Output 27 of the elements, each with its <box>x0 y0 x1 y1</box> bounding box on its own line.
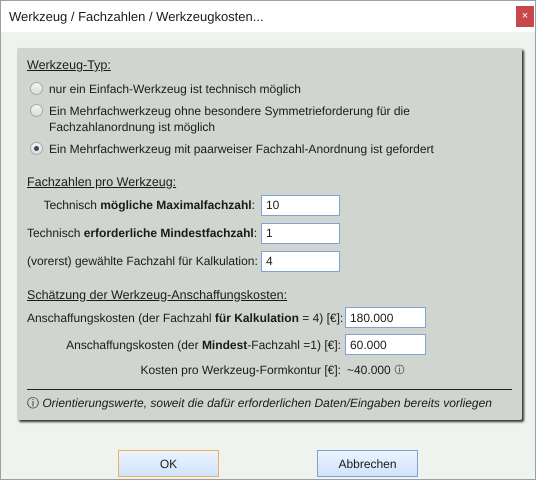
radio-label: Ein Mehrfachwerkzeug mit paarweiser Fachzahl-Anordnung ist gefordert <box>49 140 435 157</box>
radio-button[interactable] <box>30 104 43 117</box>
radio-label: nur ein Einfach-Werkzeug ist technisch möglich <box>49 80 302 97</box>
field-label: Technisch mögliche Maximalfachzahl: <box>42 197 255 214</box>
dialog-button[interactable]: OK <box>118 450 219 478</box>
radio-button[interactable] <box>30 142 43 155</box>
field-label: Kosten pro Werkzeug-Formkontur [€]: <box>139 362 341 380</box>
input-field[interactable]: 10 <box>261 194 340 216</box>
footnote: ⓘ Orientierungswerte, soweit die dafür erforderlichen Daten/Eingaben bereits vorliegen <box>27 395 493 412</box>
radio-button[interactable] <box>30 82 43 95</box>
dialog-button[interactable]: Abbrechen <box>317 450 418 478</box>
window-title: Werkzeug / Fachzahlen / Werkzeugkosten... <box>9 8 264 26</box>
section-heading: Schätzung der Werkzeug-Anschaffungskosten: <box>27 286 288 304</box>
input-field[interactable]: 1 <box>261 222 340 244</box>
field-label: Technisch erforderliche Mindestfachzahl: <box>27 225 255 242</box>
close-button[interactable]: × <box>516 6 534 27</box>
section-heading: Fachzahlen pro Werkzeug: <box>27 174 178 191</box>
field-label: (vorerst) gewählte Fachzahl für Kalkulation: <box>27 253 255 270</box>
field-label: Anschaffungskosten (der Fachzahl für Kalkulation = 4) [€]: <box>27 310 341 327</box>
radio-label: Ein Mehrfachwerkzeug ohne besondere Symmetrieforderung für die Fachzahlanordnung ist möglich <box>49 102 411 135</box>
section-heading: Werkzeug-Typ: <box>27 57 112 74</box>
input-field[interactable]: 180.000 <box>345 307 426 328</box>
input-field[interactable]: 60.000 <box>345 334 426 356</box>
value-text: ~40.000 <box>347 362 391 380</box>
input-field[interactable]: 4 <box>261 250 340 272</box>
field-label: Anschaffungskosten (der Mindest-Fachzahl =1) [€]: <box>65 336 341 354</box>
info-icon: ⓘ <box>394 362 405 378</box>
